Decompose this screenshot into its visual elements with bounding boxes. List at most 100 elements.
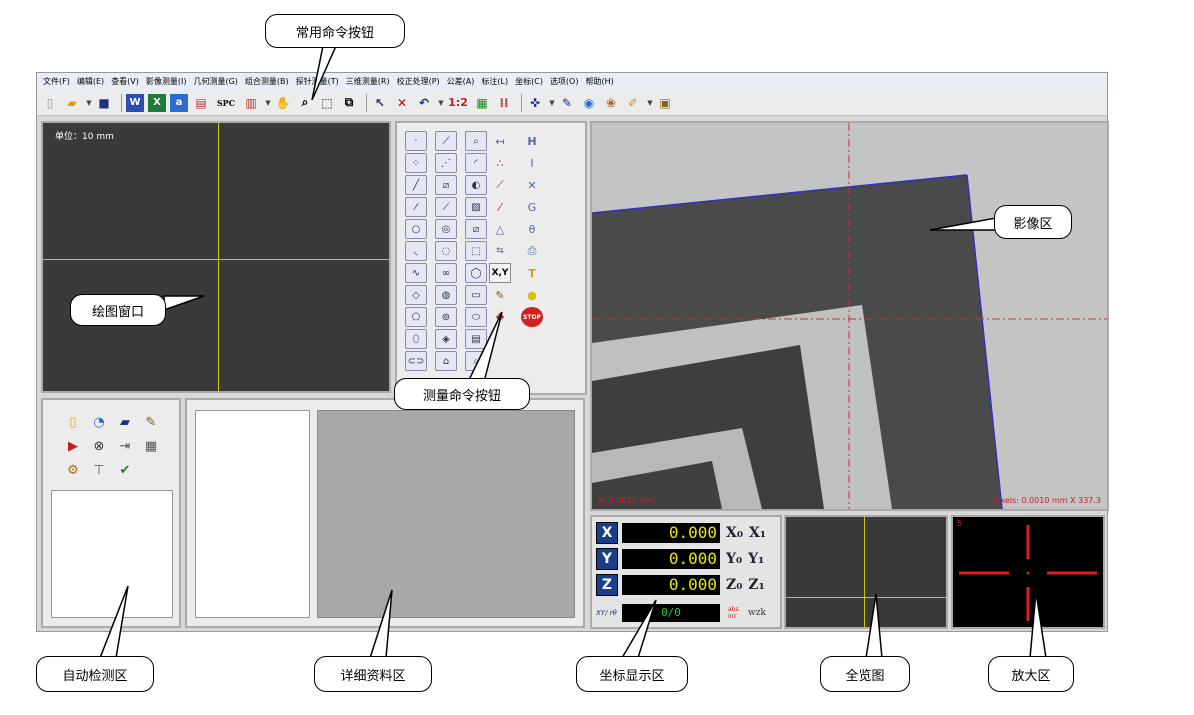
printer-icon[interactable]: ⎙ [521, 241, 543, 261]
magnify-icon[interactable]: ⌕ [465, 131, 487, 151]
dropdown-arrow-icon[interactable]: ▼ [85, 94, 93, 112]
menu-probe-measure[interactable]: 探针测量(T) [296, 76, 339, 87]
menu-options[interactable]: 选项(O) [550, 76, 579, 87]
diamond-fill-icon[interactable]: ◈ [435, 329, 457, 349]
line-icon[interactable]: ╱ [405, 175, 427, 195]
auto-detect-list[interactable] [51, 490, 173, 618]
hand-pan-icon[interactable]: ✋ [274, 94, 292, 112]
key-slot-icon[interactable]: ⌂ [435, 351, 457, 371]
edit-document-icon[interactable]: ✎ [558, 94, 576, 112]
theta-icon[interactable]: θ [521, 219, 543, 239]
dot-grid-icon[interactable]: ⁞⁞ [495, 94, 513, 112]
menu-calibration[interactable]: 校正处理(P) [397, 76, 440, 87]
arc-edge-icon[interactable]: ◜ [465, 153, 487, 173]
line-measure-icon[interactable]: ⟋ [435, 131, 457, 151]
axis-x0-label[interactable]: X₀ [726, 525, 743, 541]
save-program-icon[interactable]: ▰ [115, 412, 135, 432]
abs-inc-toggle[interactable]: abs inc [728, 606, 742, 620]
open-folder-icon[interactable]: ▰ [63, 94, 81, 112]
slot-icon[interactable]: ⊂⊃ [405, 351, 427, 371]
dropdown-arrow-icon[interactable]: ▼ [264, 94, 272, 112]
ellipse-region-icon[interactable]: ⬭ [465, 307, 487, 327]
ring-icon[interactable]: ◍ [435, 285, 457, 305]
hatch-icon[interactable]: ▤ [465, 329, 487, 349]
text-export-icon[interactable]: a [170, 93, 188, 112]
menu-annotation[interactable]: 标注(L) [481, 76, 508, 87]
zoom-in-icon[interactable]: ⌕ [296, 94, 314, 112]
word-export-icon[interactable]: W [126, 93, 144, 112]
line-point-icon[interactable]: ⟋ [489, 175, 511, 195]
menu-view[interactable]: 查看(V) [111, 76, 139, 87]
menu-geometry-measure[interactable]: 几何测量(G) [193, 76, 237, 87]
diamond-icon[interactable]: ◇ [405, 285, 427, 305]
globe-icon[interactable]: ◉ [580, 94, 598, 112]
edge-line-icon[interactable]: ⧄ [435, 175, 457, 195]
edit-program-icon[interactable]: ✎ [141, 412, 161, 432]
report-icon[interactable]: ▤ [192, 94, 210, 112]
circle-fit-icon[interactable]: ◌ [435, 241, 457, 261]
dropdown-arrow-icon[interactable]: ▼ [437, 94, 445, 112]
settings-icon[interactable]: ⚙ [63, 460, 83, 480]
run-icon[interactable]: ▶ [63, 436, 83, 456]
save-icon[interactable]: ■ [95, 94, 113, 112]
grid-icon[interactable]: ▦ [473, 94, 491, 112]
ratio-icon[interactable]: 1:2 [447, 94, 469, 112]
menu-combo-measure[interactable]: 组合测量(B) [245, 76, 289, 87]
circle-g-icon[interactable]: G [521, 197, 543, 217]
overview-panel[interactable] [784, 515, 948, 629]
menu-help[interactable]: 帮助(H) [585, 76, 613, 87]
axis-x1-label[interactable]: X₁ [749, 525, 766, 541]
menu-coordinate[interactable]: 坐标(C) [515, 76, 543, 87]
palette-icon[interactable]: ❀ [602, 94, 620, 112]
height-icon[interactable]: H [521, 131, 543, 151]
print-icon[interactable]: ▥ [242, 94, 260, 112]
select-pointer-icon[interactable]: ↖ [371, 94, 389, 112]
point-pair-icon[interactable]: ∴ [489, 153, 511, 173]
note-icon[interactable]: ✐ [624, 94, 642, 112]
dotted-line-icon[interactable]: ⋰ [435, 153, 457, 173]
menu-tolerance[interactable]: 公差(A) [447, 76, 475, 87]
xy-coord-icon[interactable]: X,Y [489, 263, 511, 283]
axis-x-button[interactable]: X [596, 522, 618, 544]
move-icon[interactable]: ✥ [489, 307, 511, 327]
axis-y1-label[interactable]: Y₁ [748, 551, 764, 567]
menu-image-measure[interactable]: 影像测量(I) [146, 76, 187, 87]
open-program-icon[interactable]: ◔ [89, 412, 109, 432]
multi-point-icon[interactable]: ⁘ [405, 153, 427, 173]
arrows-icon[interactable]: ⇆ [489, 241, 511, 261]
rect-region-icon[interactable]: ▭ [465, 285, 487, 305]
cross-lines-icon[interactable]: ✕ [521, 175, 543, 195]
detail-view[interactable] [317, 410, 575, 618]
pen-icon[interactable]: ✎ [489, 285, 511, 305]
dropdown-arrow-icon[interactable]: ▼ [646, 94, 654, 112]
distance-icon[interactable]: ↤ [489, 131, 511, 151]
check-icon[interactable]: ✔ [115, 460, 135, 480]
slant-line-icon[interactable]: ⟋ [435, 197, 457, 217]
polygon-icon[interactable]: ⬠ [405, 307, 427, 327]
triangle-icon[interactable]: △ [489, 219, 511, 239]
axis-y-button[interactable]: Y [596, 548, 618, 570]
image-icon[interactable]: ▣ [656, 94, 674, 112]
double-circle-icon[interactable]: ∞ [435, 263, 457, 283]
curve-icon[interactable]: ∿ [405, 263, 427, 283]
box-slant-icon[interactable]: ⧄ [465, 219, 487, 239]
new-program-icon[interactable]: ▯ [63, 412, 83, 432]
spc-icon[interactable]: SPC [214, 94, 238, 112]
stop-icon[interactable]: STOP [521, 307, 543, 327]
line-tool-icon[interactable]: ⁄ [405, 197, 427, 217]
axis-z0-label[interactable]: Z₀ [726, 577, 742, 593]
ellipse-icon[interactable]: ⬯ [405, 329, 427, 349]
excel-export-icon[interactable]: X [148, 93, 166, 112]
layout-icon[interactable]: ▦ [141, 436, 161, 456]
coord-mode-toggle[interactable]: XY/ rθ [596, 609, 618, 617]
i-beam-icon[interactable]: I [521, 153, 543, 173]
slant-red-icon[interactable]: ⁄ [489, 197, 511, 217]
lightbulb-icon[interactable]: ● [521, 285, 543, 305]
undo-icon[interactable]: ↶ [415, 94, 433, 112]
menu-3d-measure[interactable]: 三维测量(R) [346, 76, 390, 87]
region-icon[interactable]: ▨ [465, 197, 487, 217]
menu-file[interactable]: 文件(F) [43, 76, 70, 87]
zoom-window-icon[interactable]: ⬚ [318, 94, 336, 112]
search-icon[interactable]: ⌕ [465, 351, 487, 371]
edge-detect-icon[interactable]: ◐ [465, 175, 487, 195]
